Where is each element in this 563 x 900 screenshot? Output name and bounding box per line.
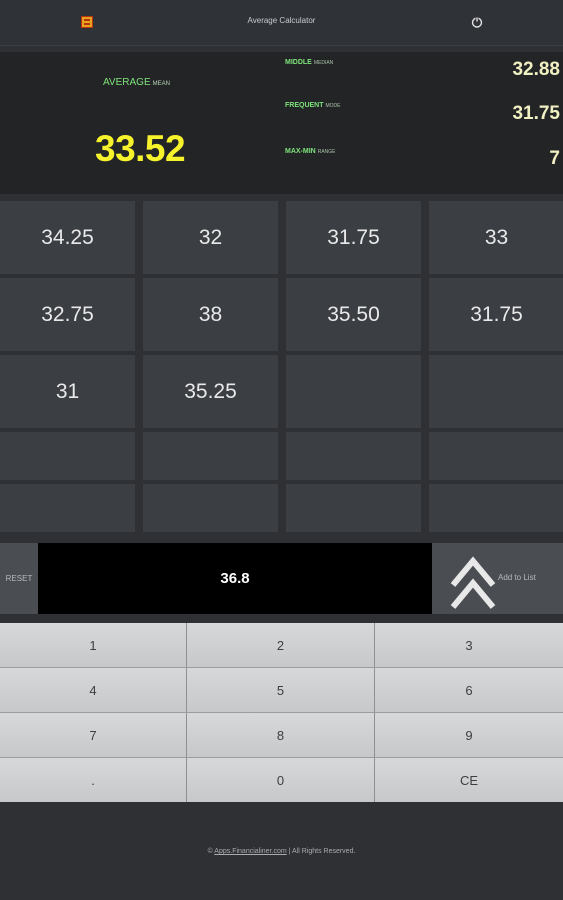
key-9[interactable]: 9	[375, 713, 563, 757]
double-chevron-up-icon	[450, 556, 496, 609]
footer-link[interactable]: Apps.Financialiner.com	[214, 848, 286, 855]
list-cell[interactable]: 33	[429, 201, 563, 274]
list-cell[interactable]	[286, 484, 421, 532]
list-cell[interactable]: 31	[0, 355, 135, 428]
list-cell[interactable]	[429, 432, 563, 480]
list-cell[interactable]: 38	[143, 278, 278, 351]
list-cell[interactable]	[0, 484, 135, 532]
list-cell[interactable]: 35.50	[286, 278, 421, 351]
frequent-label: FREQUENT MODE	[285, 102, 341, 109]
maxmin-label-text: MAX-MIN	[285, 148, 316, 155]
list-cell[interactable]: 31.75	[286, 201, 421, 274]
maxmin-label: MAX-MIN RANGE	[285, 148, 336, 155]
mean-sublabel: MEAN	[152, 81, 170, 87]
list-cell[interactable]	[143, 484, 278, 532]
middle-label: MIDDLE MEDIAN	[285, 59, 333, 66]
key-4[interactable]: 4	[0, 668, 187, 712]
list-cell[interactable]	[429, 355, 563, 428]
add-to-list-button[interactable]: Add to List	[432, 543, 563, 614]
range-sublabel: RANGE	[317, 149, 336, 155]
median-sublabel: MEDIAN	[313, 60, 334, 66]
key-5[interactable]: 5	[187, 668, 375, 712]
list-cell[interactable]: 34.25	[0, 201, 135, 274]
entry-row: RESET 36.8 Add to List	[0, 543, 563, 614]
middle-label-text: MIDDLE	[285, 59, 312, 66]
copyright-symbol: ©	[207, 848, 213, 855]
mode-sublabel: MODE	[325, 103, 341, 109]
list-cell[interactable]: 32.75	[0, 278, 135, 351]
average-value: 33.52	[95, 128, 186, 169]
reset-button[interactable]: RESET	[0, 543, 38, 614]
range-value: 7	[549, 148, 560, 169]
list-cell[interactable]	[286, 432, 421, 480]
key-3[interactable]: 3	[375, 623, 563, 667]
list-cell[interactable]: 35.25	[143, 355, 278, 428]
median-value: 32.88	[512, 59, 560, 80]
frequent-label-text: FREQUENT	[285, 102, 324, 109]
list-cell[interactable]: 32	[143, 201, 278, 274]
number-list-grid: 34.25 32 31.75 33 32.75 38 35.50 31.75 3…	[0, 201, 563, 532]
power-icon[interactable]	[470, 15, 484, 29]
footer: © Apps.Financialiner.com | All Rights Re…	[0, 848, 563, 855]
key-6[interactable]: 6	[375, 668, 563, 712]
key-8[interactable]: 8	[187, 713, 375, 757]
footer-rights: | All Rights Reserved.	[288, 848, 356, 855]
key-clear-entry[interactable]: CE	[375, 758, 563, 802]
title-bar: Average Calculator	[0, 0, 563, 46]
key-decimal[interactable]: .	[0, 758, 187, 802]
key-1[interactable]: 1	[0, 623, 187, 667]
mode-value: 31.75	[512, 103, 560, 124]
list-cell[interactable]	[143, 432, 278, 480]
add-to-list-label: Add to List	[498, 573, 536, 582]
list-cell[interactable]	[0, 432, 135, 480]
entry-display[interactable]: 36.8	[38, 543, 432, 614]
statistics-panel: AVERAGE MEAN 33.52 MIDDLE MEDIAN 32.88 FRE…	[0, 52, 563, 194]
average-label: AVERAGE MEAN	[103, 77, 170, 88]
list-cell[interactable]	[286, 355, 421, 428]
key-7[interactable]: 7	[0, 713, 187, 757]
key-0[interactable]: 0	[187, 758, 375, 802]
list-cell[interactable]	[429, 484, 563, 532]
list-cell[interactable]: 31.75	[429, 278, 563, 351]
average-label-text: AVERAGE	[103, 77, 151, 88]
key-2[interactable]: 2	[187, 623, 375, 667]
keypad: 1 2 3 4 5 6 7 8 9 . 0 CE	[0, 623, 563, 802]
